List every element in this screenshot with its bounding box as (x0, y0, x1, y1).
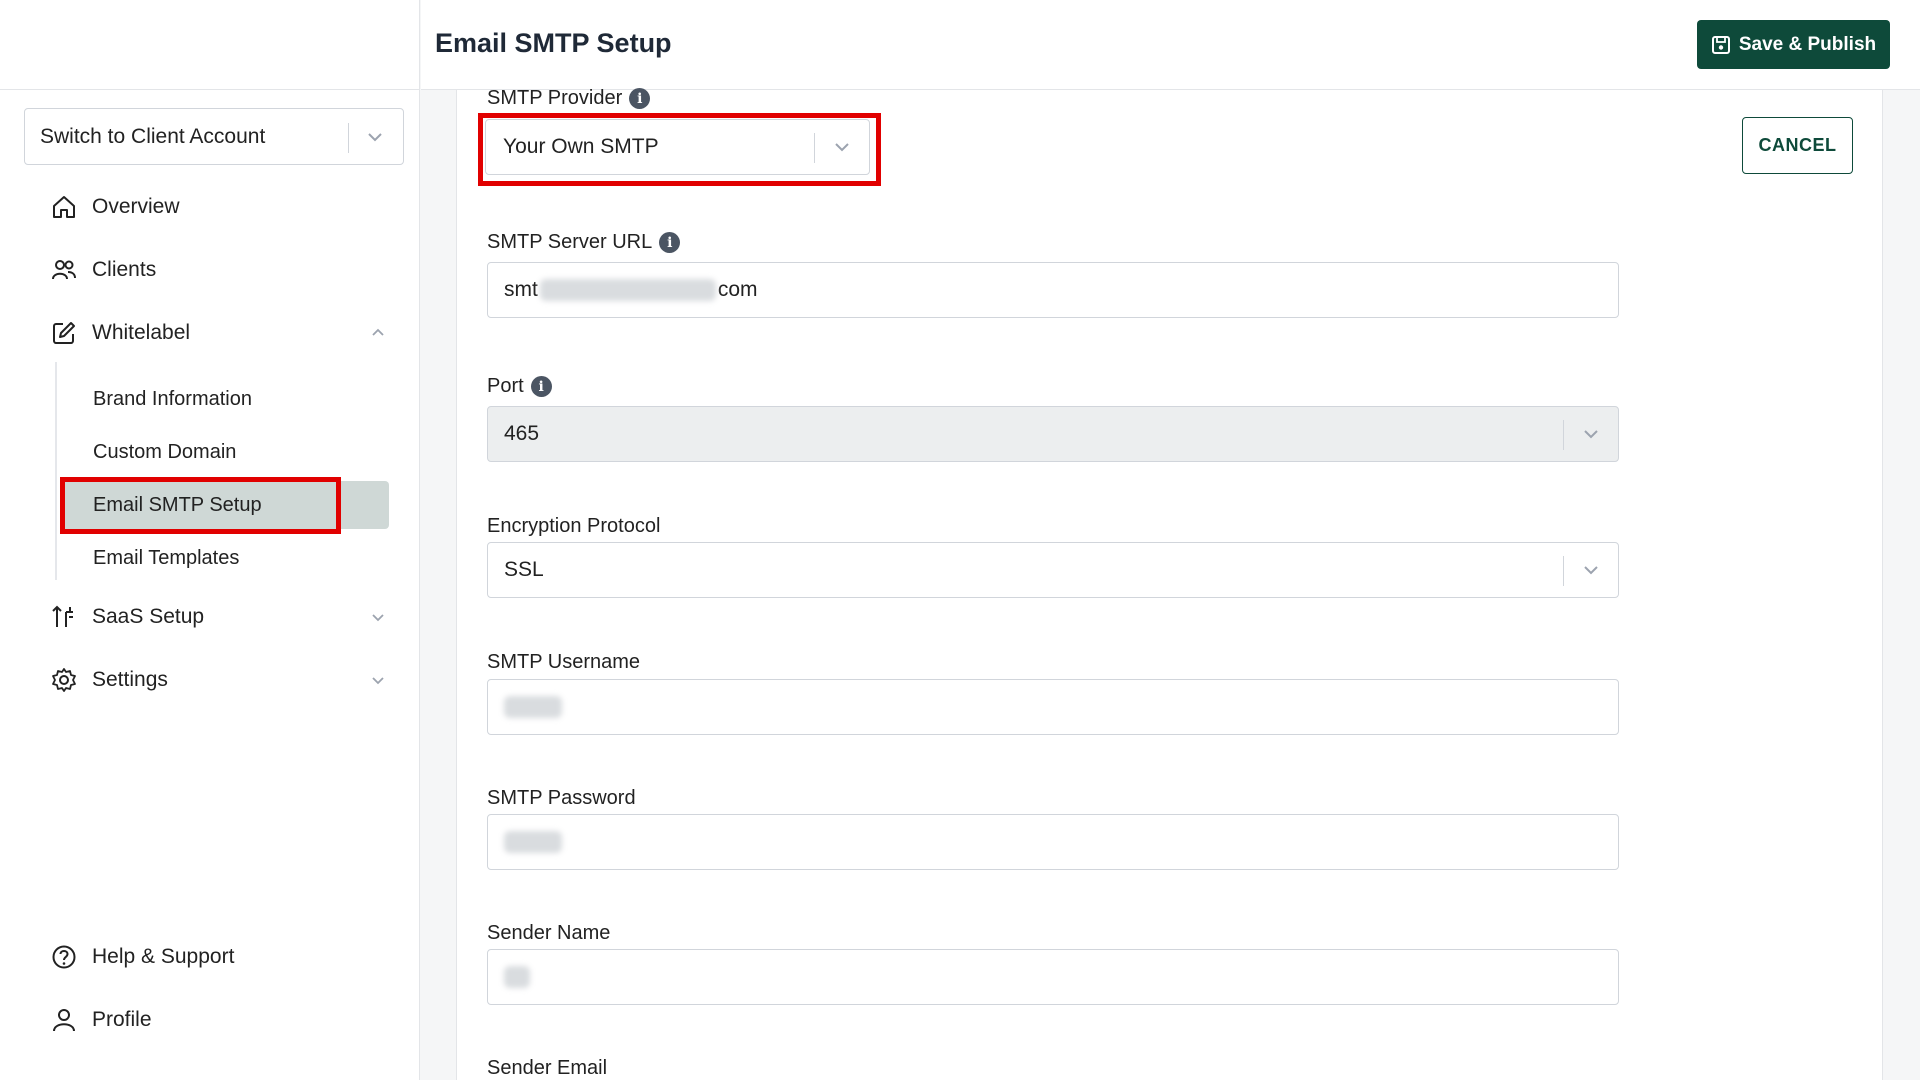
field-label-text: SMTP Server URL (487, 231, 653, 253)
select-separator (1563, 556, 1564, 586)
nav-label: Whitelabel (92, 321, 191, 344)
field-label-text: Port (487, 375, 524, 397)
encryption-value: SSL (504, 558, 544, 581)
redacted-value (504, 831, 562, 853)
help-circle-icon (50, 943, 78, 971)
nav-item-help-support[interactable]: Help & Support (50, 943, 234, 971)
sidebar-item-email-templates[interactable]: Email Templates (93, 547, 239, 570)
redacted-value (504, 696, 562, 718)
chevron-down-icon (1584, 430, 1598, 439)
chevron-down-icon (1584, 566, 1598, 575)
nav-label: Clients (92, 258, 157, 281)
nav-label: Settings (92, 668, 168, 691)
nav-item-clients[interactable]: Clients (50, 256, 156, 284)
smtp-password-input[interactable] (487, 814, 1619, 870)
nav-item-overview[interactable]: Overview (50, 193, 180, 221)
chevron-down-icon[interactable] (370, 672, 386, 688)
select-separator (1563, 420, 1564, 450)
encryption-protocol-label: Encryption Protocol (487, 515, 660, 538)
nav-item-whitelabel[interactable]: Whitelabel (50, 319, 190, 347)
field-label-text: SMTP Password (487, 787, 636, 809)
port-select[interactable]: 465 (487, 406, 1619, 462)
smtp-server-url-input[interactable]: smt com (487, 262, 1619, 318)
highlight-box-provider (478, 113, 881, 186)
info-icon[interactable]: i (530, 376, 552, 397)
nav-item-settings[interactable]: Settings (50, 666, 168, 694)
server-url-suffix: com (717, 278, 758, 301)
sender-name-label: Sender Name (487, 922, 610, 945)
submenu-guide-line (55, 362, 57, 580)
redacted-value (504, 966, 530, 988)
field-label-text: SMTP Provider (487, 87, 623, 109)
cancel-button[interactable]: CANCEL (1742, 117, 1853, 174)
users-icon (50, 256, 78, 284)
encryption-protocol-select[interactable]: SSL (487, 542, 1619, 598)
save-publish-label: Save & Publish (1738, 33, 1877, 55)
nav-label: Profile (92, 1008, 152, 1031)
smtp-username-label: SMTP Username (487, 651, 640, 674)
smtp-provider-label: SMTP Provider i (487, 87, 651, 110)
nav-label: SaaS Setup (92, 605, 205, 628)
save-icon (1711, 35, 1730, 54)
switch-account-label: Switch to Client Account (40, 124, 266, 148)
chevron-down-icon (368, 133, 382, 142)
switch-client-account-select[interactable]: Switch to Client Account (24, 108, 404, 165)
gear-icon (50, 666, 78, 694)
highlight-box-sidebar (60, 477, 341, 534)
save-publish-button[interactable]: Save & Publish (1697, 20, 1890, 69)
page-title: Email SMTP Setup (435, 28, 672, 58)
sidebar-item-brand-information[interactable]: Brand Information (93, 388, 252, 411)
sender-email-label: Sender Email (487, 1057, 607, 1080)
nav-item-saas-setup[interactable]: SaaS Setup (50, 603, 204, 631)
edit-icon (50, 319, 78, 347)
info-icon[interactable]: i (659, 232, 681, 253)
home-icon (50, 193, 78, 221)
sort-arrows-icon (50, 603, 78, 631)
field-label-text: Sender Email (487, 1057, 608, 1079)
chevron-up-icon[interactable] (370, 324, 386, 340)
field-label-text: SMTP Username (487, 651, 641, 673)
user-icon (50, 1006, 78, 1034)
redacted-value (539, 279, 716, 301)
sender-name-input[interactable] (487, 949, 1619, 1005)
smtp-password-label: SMTP Password (487, 787, 636, 810)
sidebar-logo-area (0, 0, 419, 90)
port-label: Port i (487, 375, 552, 398)
sidebar-item-custom-domain[interactable]: Custom Domain (93, 441, 236, 464)
info-icon[interactable]: i (629, 88, 651, 109)
smtp-username-input[interactable] (487, 679, 1619, 735)
port-value: 465 (504, 422, 540, 445)
field-label-text: Encryption Protocol (487, 515, 661, 537)
nav-label: Overview (92, 195, 180, 218)
nav-item-profile[interactable]: Profile (50, 1006, 152, 1034)
smtp-server-url-label: SMTP Server URL i (487, 231, 681, 254)
select-separator (348, 123, 349, 153)
chevron-down-icon[interactable] (370, 609, 386, 625)
field-label-text: Sender Name (487, 922, 611, 944)
nav-label: Help & Support (92, 945, 235, 968)
server-url-prefix: smt (504, 278, 538, 301)
